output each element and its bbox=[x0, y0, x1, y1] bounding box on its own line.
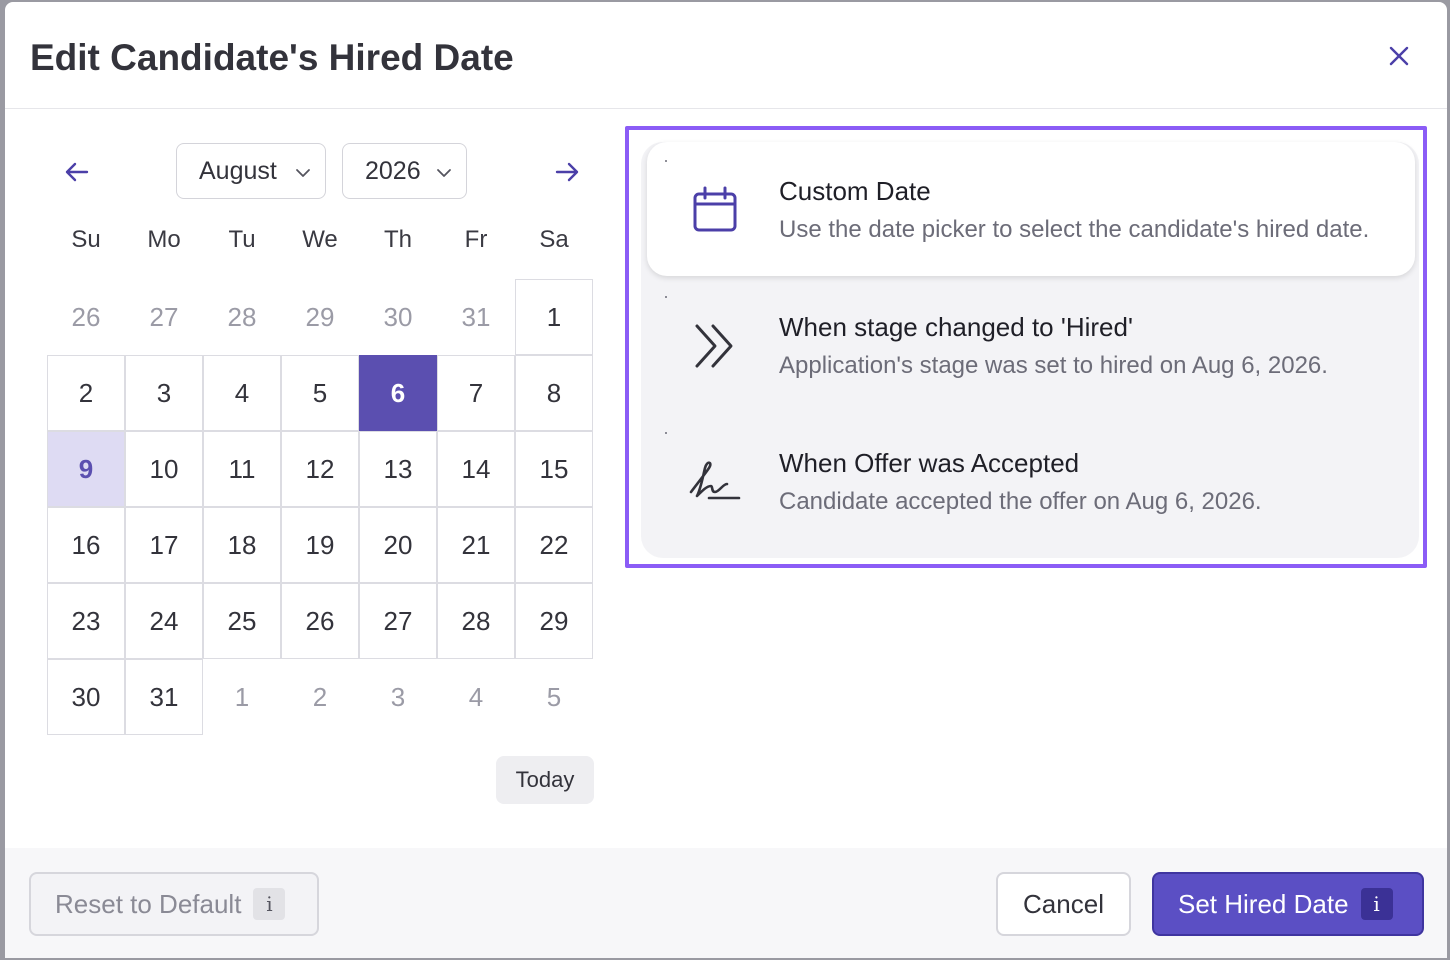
calendar-day[interactable]: 1 bbox=[515, 279, 593, 355]
today-button[interactable]: Today bbox=[496, 756, 594, 804]
option-dot bbox=[665, 296, 667, 298]
option-dot bbox=[665, 160, 667, 162]
calendar-day[interactable]: 22 bbox=[515, 507, 593, 583]
calendar-icon bbox=[693, 186, 737, 232]
set-hired-date-button[interactable]: Set Hired Date i bbox=[1152, 872, 1424, 936]
weekday-label: Th bbox=[383, 226, 412, 253]
calendar-day[interactable]: 12 bbox=[281, 431, 359, 507]
calendar-day[interactable]: 3 bbox=[125, 355, 203, 431]
calendar-day[interactable]: 27 bbox=[125, 279, 203, 355]
month-select[interactable]: August bbox=[176, 143, 326, 199]
option-custom-date[interactable]: Custom Date Use the date picker to selec… bbox=[647, 142, 1415, 276]
chevron-down-icon bbox=[437, 169, 451, 177]
calendar-day[interactable]: 3 bbox=[359, 659, 437, 735]
weekday-label: Su bbox=[71, 226, 101, 253]
option-title: Custom Date bbox=[779, 176, 931, 206]
calendar-day[interactable]: 18 bbox=[203, 507, 281, 583]
modal-header: Edit Candidate's Hired Date bbox=[5, 2, 1447, 109]
calendar-day[interactable]: 29 bbox=[281, 279, 359, 355]
calendar-day[interactable]: 26 bbox=[47, 279, 125, 355]
calendar-day[interactable]: 1 bbox=[203, 659, 281, 735]
signature-icon bbox=[689, 461, 741, 500]
edit-hired-date-modal: Edit Candidate's Hired Date August 2026 … bbox=[5, 2, 1447, 958]
calendar-day[interactable]: 28 bbox=[437, 583, 515, 659]
calendar-day[interactable]: 29 bbox=[515, 583, 593, 659]
cancel-button[interactable]: Cancel bbox=[996, 872, 1131, 936]
option-dot bbox=[665, 432, 667, 434]
calendar-day-today[interactable]: 9 bbox=[47, 431, 125, 507]
calendar-day-selected[interactable]: 6 bbox=[359, 355, 437, 431]
close-icon bbox=[1389, 46, 1409, 66]
calendar-day[interactable]: 17 bbox=[125, 507, 203, 583]
calendar-day[interactable]: 20 bbox=[359, 507, 437, 583]
year-select[interactable]: 2026 bbox=[342, 143, 467, 199]
calendar-day[interactable]: 30 bbox=[359, 279, 437, 355]
arrow-left-icon bbox=[65, 162, 89, 182]
calendar-day[interactable]: 13 bbox=[359, 431, 437, 507]
modal-title: Edit Candidate's Hired Date bbox=[30, 37, 514, 78]
weekday-label: Tu bbox=[228, 226, 256, 253]
option-title: When stage changed to 'Hired' bbox=[779, 312, 1133, 342]
calendar-day[interactable]: 24 bbox=[125, 583, 203, 659]
calendar-day[interactable]: 31 bbox=[437, 279, 515, 355]
option-description: Candidate accepted the offer on Aug 6, 2… bbox=[779, 488, 1262, 515]
calendar-day[interactable]: 30 bbox=[47, 659, 125, 735]
calendar-day[interactable]: 11 bbox=[203, 431, 281, 507]
calendar-day[interactable]: 5 bbox=[515, 659, 593, 735]
calendar-day[interactable]: 25 bbox=[203, 583, 281, 659]
calendar-day[interactable]: 31 bbox=[125, 659, 203, 735]
option-description: Use the date picker to select the candid… bbox=[779, 216, 1370, 243]
calendar-day[interactable]: 7 bbox=[437, 355, 515, 431]
calendar-day[interactable]: 2 bbox=[47, 355, 125, 431]
weekday-label: Fr bbox=[464, 226, 488, 253]
set-hired-date-label: Set Hired Date bbox=[1178, 888, 1349, 919]
calendar-day[interactable]: 4 bbox=[203, 355, 281, 431]
calendar-day[interactable]: 5 bbox=[281, 355, 359, 431]
double-chevron-right-icon bbox=[695, 324, 733, 368]
close-button[interactable] bbox=[1381, 38, 1417, 74]
option-description: Application's stage was set to hired on … bbox=[779, 352, 1328, 379]
calendar-day[interactable]: 21 bbox=[437, 507, 515, 583]
calendar-day[interactable]: 16 bbox=[47, 507, 125, 583]
chevron-down-icon bbox=[296, 169, 310, 177]
next-month-button[interactable] bbox=[547, 152, 587, 192]
prev-month-button[interactable] bbox=[57, 152, 97, 192]
weekday-header-row: Su Mo Tu We Th Fr Sa bbox=[47, 220, 595, 260]
calendar-day[interactable]: 4 bbox=[437, 659, 515, 735]
calendar-day[interactable]: 2 bbox=[281, 659, 359, 735]
weekday-label: Mo bbox=[147, 226, 181, 253]
calendar-day[interactable]: 19 bbox=[281, 507, 359, 583]
arrow-right-icon bbox=[555, 162, 579, 182]
calendar-day[interactable]: 28 bbox=[203, 279, 281, 355]
calendar-day[interactable]: 27 bbox=[359, 583, 437, 659]
option-stage-hired[interactable]: When stage changed to 'Hired' Applicatio… bbox=[647, 278, 1415, 412]
weekday-label: Sa bbox=[539, 226, 569, 253]
calendar-day[interactable]: 23 bbox=[47, 583, 125, 659]
info-icon: i bbox=[253, 888, 286, 920]
reset-to-default-button[interactable]: Reset to Default i bbox=[29, 872, 319, 936]
calendar-day[interactable]: 15 bbox=[515, 431, 593, 507]
info-icon: i bbox=[1360, 888, 1393, 920]
reset-button-label: Reset to Default bbox=[55, 888, 242, 919]
calendar-day[interactable]: 26 bbox=[281, 583, 359, 659]
calendar-day[interactable]: 10 bbox=[125, 431, 203, 507]
calendar-day[interactable]: 8 bbox=[515, 355, 593, 431]
option-offer-accepted[interactable]: When Offer was Accepted Candidate accept… bbox=[647, 414, 1415, 548]
calendar-day[interactable]: 14 bbox=[437, 431, 515, 507]
year-select-value: 2026 bbox=[365, 156, 421, 185]
option-title: When Offer was Accepted bbox=[779, 448, 1080, 478]
month-select-value: August bbox=[199, 156, 277, 185]
weekday-label: We bbox=[302, 226, 338, 253]
